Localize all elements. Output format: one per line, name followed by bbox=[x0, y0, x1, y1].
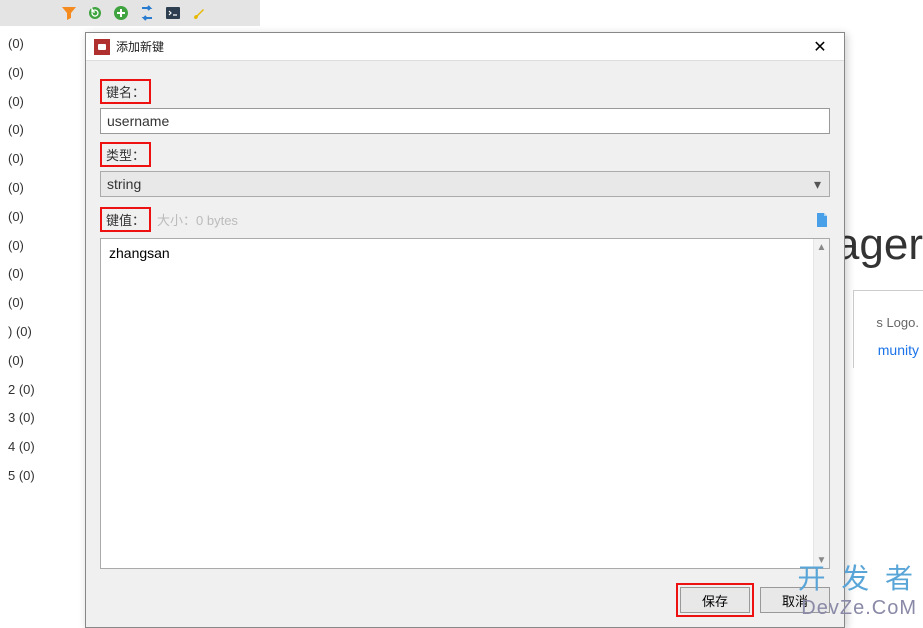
brush-icon[interactable] bbox=[190, 4, 208, 22]
reload-icon[interactable] bbox=[86, 4, 104, 22]
value-textarea-wrap: ▲ ▼ bbox=[100, 238, 830, 569]
type-label: 类型： bbox=[100, 142, 151, 167]
value-textarea[interactable] bbox=[101, 239, 813, 568]
document-icon[interactable] bbox=[814, 212, 830, 228]
app-icon bbox=[94, 39, 110, 55]
key-name-input[interactable] bbox=[100, 108, 830, 134]
type-select[interactable]: string bbox=[100, 171, 830, 197]
save-button[interactable]: 保存 bbox=[680, 587, 750, 613]
dialog-buttons: 保存 取消 bbox=[86, 577, 844, 627]
value-row: 键值： 大小：0 bytes bbox=[100, 207, 830, 232]
scroll-up-icon[interactable]: ▲ bbox=[814, 239, 829, 255]
toolbar bbox=[0, 0, 260, 26]
filter-icon[interactable] bbox=[60, 4, 78, 22]
vertical-scrollbar[interactable]: ▲ ▼ bbox=[813, 239, 829, 568]
terminal-icon[interactable] bbox=[164, 4, 182, 22]
type-select-value: string bbox=[107, 176, 141, 192]
dialog-title: 添加新键 bbox=[116, 38, 800, 55]
dialog-body: 键名： 类型： string 键值： 大小：0 bytes ▲ ▼ bbox=[86, 61, 844, 577]
add-key-dialog: 添加新键 ✕ 键名： 类型： string 键值： 大小：0 bytes ▲ ▼… bbox=[85, 32, 845, 628]
key-name-label: 键名： bbox=[100, 79, 151, 104]
refresh-icon[interactable] bbox=[138, 4, 156, 22]
bg-subtitle: s Logo. bbox=[876, 315, 919, 330]
value-label: 键值： bbox=[100, 207, 151, 232]
bg-link-fragment[interactable]: munity bbox=[878, 342, 919, 358]
value-size-hint: 大小：0 bytes bbox=[157, 210, 238, 229]
bg-title-fragment: ager bbox=[835, 220, 923, 270]
add-icon[interactable] bbox=[112, 4, 130, 22]
cancel-button[interactable]: 取消 bbox=[760, 587, 830, 613]
close-icon[interactable]: ✕ bbox=[800, 34, 840, 60]
dialog-titlebar: 添加新键 ✕ bbox=[86, 33, 844, 61]
scroll-down-icon[interactable]: ▼ bbox=[814, 552, 829, 568]
